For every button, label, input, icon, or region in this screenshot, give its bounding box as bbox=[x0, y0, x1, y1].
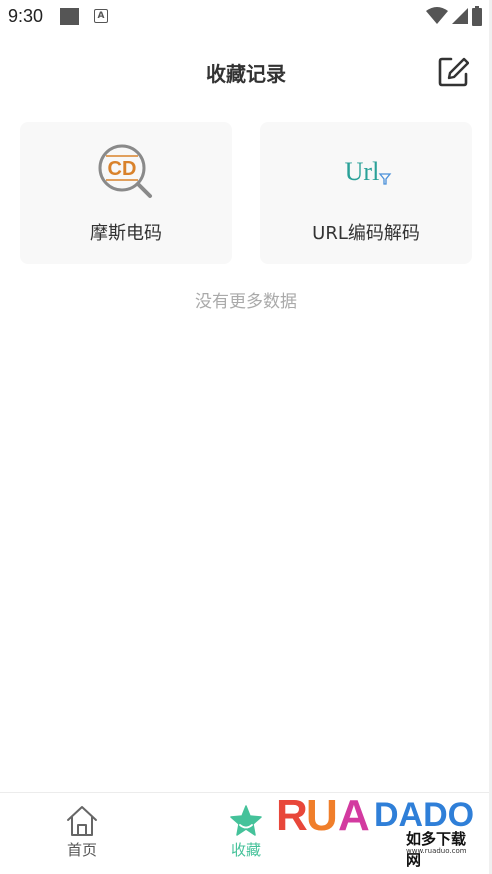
wifi-icon bbox=[426, 7, 448, 24]
favorite-card-morse[interactable]: CD 摩斯电码 bbox=[20, 122, 232, 264]
status-right-icons bbox=[426, 6, 482, 26]
svg-text:R: R bbox=[276, 791, 308, 834]
notification-square-icon bbox=[60, 8, 79, 25]
empty-note: 没有更多数据 bbox=[195, 292, 297, 312]
favorite-card-url[interactable]: Url URL编码解码 bbox=[260, 122, 472, 264]
header: 收藏记录 bbox=[0, 44, 492, 96]
star-icon bbox=[230, 805, 262, 836]
page-title: 收藏记录 bbox=[206, 62, 286, 86]
edit-button[interactable] bbox=[437, 56, 470, 88]
status-time: 9:30 bbox=[8, 6, 44, 26]
nav-home-label: 首页 bbox=[66, 841, 97, 859]
watermark-logo: R U A DADO 如多下载网 www.ruaduo.com bbox=[276, 790, 476, 870]
svg-text:A: A bbox=[338, 791, 370, 834]
battery-icon bbox=[472, 6, 482, 26]
a-badge-icon: A bbox=[94, 9, 108, 23]
nav-favorites[interactable]: 收藏 bbox=[206, 803, 286, 863]
svg-text:U: U bbox=[306, 791, 338, 834]
home-icon bbox=[67, 806, 97, 836]
nav-favorites-label: 收藏 bbox=[230, 841, 261, 859]
watermark-url: www.ruaduo.com bbox=[406, 847, 467, 855]
nav-home[interactable]: 首页 bbox=[42, 803, 122, 863]
status-bar: 9:30 A bbox=[0, 0, 492, 36]
url-filter-icon: Url bbox=[260, 144, 472, 200]
edit-square-icon bbox=[438, 57, 470, 87]
favorite-card-label: URL编码解码 bbox=[312, 223, 420, 244]
cd-icon-text: CD bbox=[108, 158, 137, 180]
favorite-card-label: 摩斯电码 bbox=[90, 223, 162, 244]
url-icon-text: Url bbox=[345, 157, 380, 186]
cd-magnifier-icon: CD bbox=[20, 144, 232, 200]
app-screen: 9:30 A 收藏记录 CD 摩斯电码 Url URL编码解码 没有更多数据 首… bbox=[0, 0, 492, 874]
signal-icon bbox=[452, 8, 468, 24]
